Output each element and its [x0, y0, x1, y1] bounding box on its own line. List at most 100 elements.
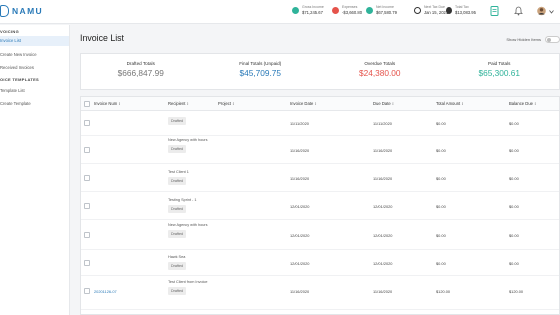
totals-label: Drafted Totals — [126, 61, 155, 66]
balance-due: $0.00 — [509, 204, 519, 209]
select-all-checkbox[interactable] — [84, 101, 90, 107]
table-row[interactable]: Hawk Sea Drafted 12/01/2020 12/01/2020 $… — [81, 250, 559, 276]
show-hidden-items: Show Hidden Items — [506, 36, 560, 43]
status-badge: Drafted — [168, 145, 187, 153]
recipient-cell: Drafted — [168, 115, 218, 125]
due-date: 12/01/2020 — [373, 204, 393, 209]
sidebar-item-create-new-invoice[interactable]: Create New Invoice — [0, 50, 69, 60]
bell-icon[interactable] — [514, 6, 523, 16]
chevron-down-icon[interactable] — [549, 10, 554, 14]
row-checkbox[interactable] — [84, 288, 90, 294]
sidebar-section-header: VOICING — [0, 29, 19, 34]
sidebar: VOICING Invoice List Create New Invoice … — [0, 25, 70, 315]
totals-value: $45,709.75 — [239, 68, 282, 78]
column-header-recipient[interactable]: Recipient ↕ — [168, 101, 189, 106]
invoice-date: 12/01/2020 — [290, 233, 310, 238]
row-checkbox[interactable] — [84, 203, 90, 209]
total-amount: $120.00 — [436, 289, 451, 294]
status-badge: Drafted — [168, 287, 187, 295]
recipient-name: New Agency with hours — [168, 138, 208, 142]
table-header: Invoice Num ↕ Recipient ↕ Project ↕ Invo… — [81, 97, 559, 111]
status-badge: Drafted — [168, 230, 187, 238]
sidebar-item-received-invoices[interactable]: Received Invoices — [0, 63, 69, 73]
drafted-totals: Drafted Totals $666,847.99 — [81, 54, 201, 89]
due-date: 11/16/2020 — [373, 176, 393, 181]
invoice-date: 11/11/2020 — [290, 121, 309, 126]
due-date: 11/11/2020 — [373, 121, 392, 126]
invoice-date: 12/01/2020 — [290, 261, 310, 266]
recipient-name: Testing Sprint - 1 — [168, 198, 197, 202]
sidebar-section-header: OICE TEMPLATES — [0, 77, 40, 82]
income-icon — [292, 7, 299, 14]
row-checkbox[interactable] — [84, 260, 90, 266]
balance-due: $0.00 — [509, 176, 519, 181]
sidebar-item-template-list[interactable]: Template List — [0, 86, 69, 96]
sidebar-item-create-template[interactable]: Create Template — [0, 99, 69, 109]
column-header-due-date[interactable]: Due Date ↕ — [373, 101, 394, 106]
recipient-cell: Test Client from Invoice Drafted — [168, 279, 208, 295]
table-row[interactable]: New Agency with hours Drafted 11/16/2020… — [81, 136, 559, 164]
recipient-name: Test Client 1 — [168, 170, 189, 174]
invoice-date: 11/16/2020 — [290, 289, 310, 294]
logo-text: NAMU — [12, 6, 44, 16]
page-title: Invoice List — [80, 33, 125, 43]
column-header-invoice-date[interactable]: Invoice Date ↕ — [290, 101, 317, 106]
row-checkbox[interactable] — [84, 232, 90, 238]
table-row[interactable]: Testing Sprint - 1 Drafted 12/01/2020 12… — [81, 192, 559, 220]
invoice-table: Invoice Num ↕ Recipient ↕ Project ↕ Invo… — [80, 96, 560, 315]
totals-label: Final Totals (Unpaid) — [239, 61, 282, 66]
invoice-date: 11/16/2020 — [290, 176, 310, 181]
table-row[interactable]: New Agency with hours Drafted 12/01/2020… — [81, 220, 559, 250]
paid-totals: Paid Totals $65,300.61 — [440, 54, 560, 89]
total-amount: $0.00 — [436, 261, 446, 266]
stat-value: $71,245.67 — [302, 10, 323, 15]
recipient-cell: Test Client 1 Drafted — [168, 169, 218, 185]
due-date: 12/01/2020 — [373, 233, 393, 238]
total-amount: $0.00 — [436, 148, 446, 153]
total-amount: $0.00 — [436, 204, 446, 209]
invoice-date: 12/01/2020 — [290, 204, 310, 209]
status-badge: Drafted — [168, 117, 187, 125]
tax-icon — [446, 7, 452, 14]
app-logo[interactable]: NAMU — [0, 5, 43, 17]
total-amount: $0.00 — [436, 233, 446, 238]
stat-value: Jan 15, 2021 — [424, 10, 449, 15]
total-amount: $0.00 — [436, 121, 446, 126]
status-badge: Drafted — [168, 262, 187, 270]
sidebar-item-invoice-list[interactable]: Invoice List — [0, 36, 69, 46]
clock-icon — [414, 7, 421, 14]
show-hidden-label: Show Hidden Items — [506, 37, 541, 42]
totals-label: Overdue Totals — [364, 61, 396, 66]
document-icon[interactable] — [490, 6, 499, 16]
row-checkbox[interactable] — [84, 147, 90, 153]
recipient-name: New Agency with hours — [168, 223, 208, 227]
status-badge: Drafted — [168, 205, 187, 213]
recipient-cell: New Agency with hours Drafted — [168, 222, 212, 238]
totals-value: $65,300.61 — [478, 68, 521, 78]
invoice-num[interactable]: 20201126-07 — [94, 289, 117, 294]
table-row[interactable]: Drafted 11/11/2020 11/11/2020 $0.00 $0.0… — [81, 111, 559, 136]
column-header-total-amount[interactable]: Total Amount ↕ — [436, 101, 463, 106]
status-badge: Drafted — [168, 177, 187, 185]
column-header-project[interactable]: Project ↕ — [218, 101, 234, 106]
row-checkbox[interactable] — [84, 175, 90, 181]
column-header-invoice-num[interactable]: Invoice Num ↕ — [94, 101, 121, 106]
expenses-stat: Expenses -$3,660.80 — [332, 5, 362, 15]
column-header-balance-due[interactable]: Balance Due ↕ — [509, 101, 536, 106]
top-bar: NAMU Gross Income $71,245.67 Expenses -$… — [0, 0, 560, 24]
avatar[interactable] — [537, 6, 546, 16]
stat-value: $67,580.79 — [376, 10, 397, 15]
expense-icon — [332, 7, 339, 14]
recipient-name: Test Client from Invoice — [168, 280, 208, 284]
net-income-stat: Net Income $67,580.79 — [366, 5, 397, 15]
totals-value: $666,847.99 — [117, 68, 164, 78]
totals-summary: Drafted Totals $666,847.99 Final Totals … — [80, 53, 560, 90]
namu-logo-icon — [0, 5, 9, 17]
due-date: 12/01/2020 — [373, 261, 393, 266]
row-checkbox[interactable] — [84, 120, 90, 126]
show-hidden-toggle[interactable] — [545, 36, 560, 43]
recipient-name: Hawk Sea — [168, 255, 186, 259]
balance-due: $0.00 — [509, 121, 519, 126]
table-row[interactable]: 20201126-07 Test Client from Invoice Dra… — [81, 276, 559, 310]
table-row[interactable]: Test Client 1 Drafted 11/16/2020 11/16/2… — [81, 164, 559, 192]
